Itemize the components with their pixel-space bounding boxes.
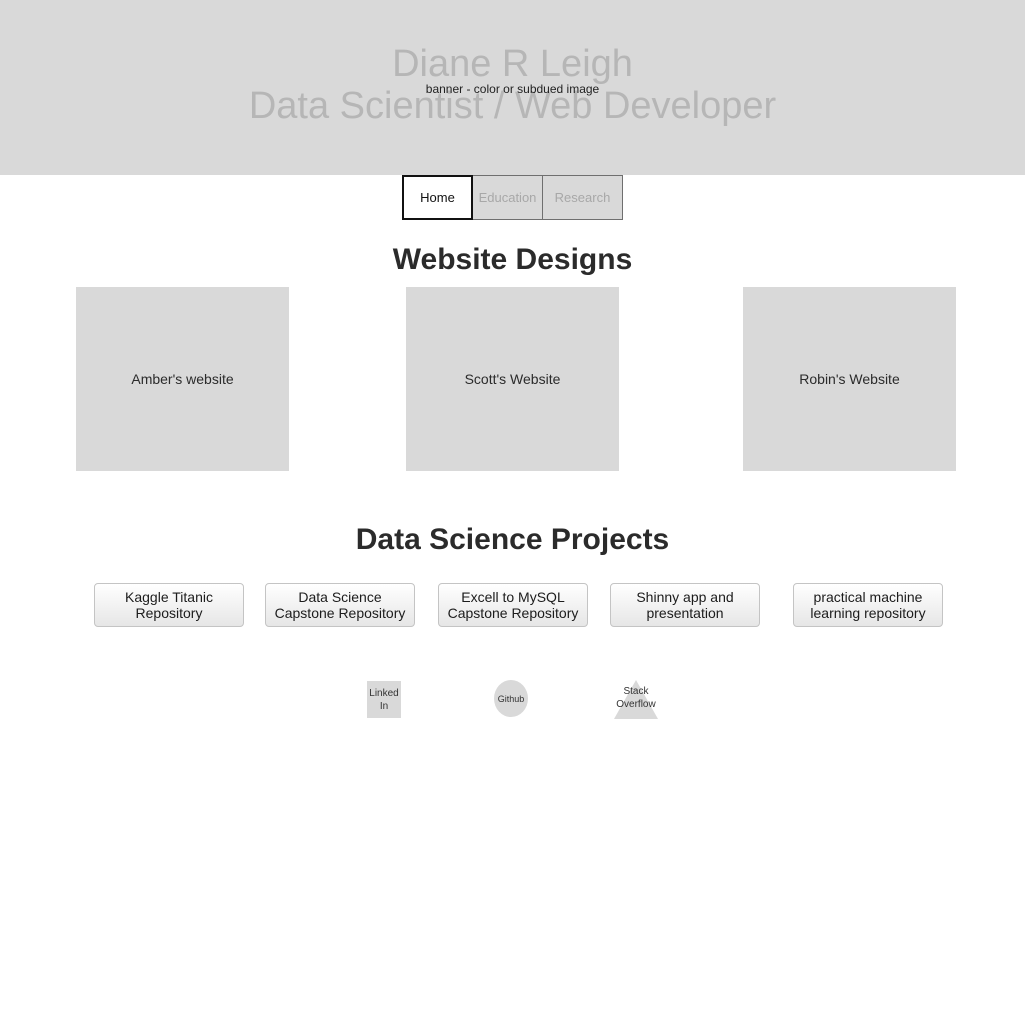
linkedin-label: Linked In — [369, 687, 399, 712]
linkedin-icon[interactable]: Linked In — [367, 681, 401, 718]
stackoverflow-icon[interactable]: Stack Overflow — [614, 680, 658, 719]
tab-education[interactable]: Education — [473, 175, 543, 220]
banner-name: Diane R Leigh — [392, 43, 633, 85]
website-card-scott[interactable]: Scott's Website — [406, 287, 619, 471]
stackoverflow-label: Stack Overflow — [616, 686, 656, 710]
website-card-robin[interactable]: Robin's Website — [743, 287, 956, 471]
website-designs-title: Website Designs — [392, 243, 633, 276]
banner-note: banner - color or subdued image — [425, 82, 600, 96]
banner: Diane R Leigh Data Scientist / Web Devel… — [0, 0, 1025, 175]
website-card-amber[interactable]: Amber's website — [76, 287, 289, 471]
website-card-label: Amber's website — [131, 371, 234, 387]
ds-capstone-button[interactable]: Data Science Capstone Repository — [265, 583, 415, 627]
machine-learning-button[interactable]: practical machine learning repository — [793, 583, 943, 627]
tab-research[interactable]: Research — [543, 175, 623, 220]
github-label: Github — [497, 693, 525, 704]
main-nav: Home Education Research — [402, 175, 623, 220]
data-science-title: Data Science Projects — [355, 523, 670, 556]
kaggle-titanic-button[interactable]: Kaggle Titanic Repository — [94, 583, 244, 627]
website-card-label: Robin's Website — [799, 371, 900, 387]
github-icon[interactable]: Github — [494, 680, 528, 717]
tab-home[interactable]: Home — [402, 175, 473, 220]
website-card-label: Scott's Website — [464, 371, 561, 387]
shiny-app-button[interactable]: Shinny app and presentation — [610, 583, 760, 627]
excel-mysql-button[interactable]: Excell to MySQL Capstone Repository — [438, 583, 588, 627]
